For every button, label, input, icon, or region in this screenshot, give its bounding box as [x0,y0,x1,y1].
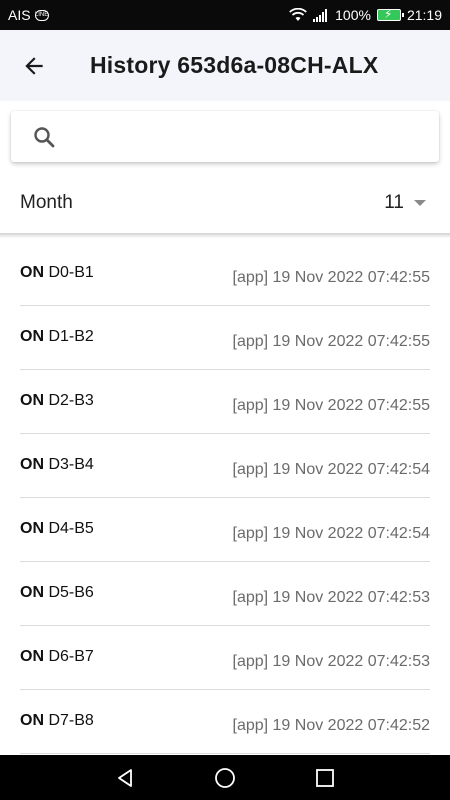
item-timestamp: [app] 19 Nov 2022 07:42:54 [232,461,431,478]
item-channel: D6-B7 [48,648,94,665]
list-item[interactable]: ON D5-B6 [app] 19 Nov 2022 07:42:53 [20,562,430,626]
item-timestamp: [app] 19 Nov 2022 07:42:55 [232,397,431,414]
item-title: ON D3-B4 [20,456,94,474]
item-timestamp: [app] 19 Nov 2022 07:42:53 [232,589,431,606]
back-button[interactable] [16,48,52,84]
list-item[interactable]: ON D1-B2 [app] 19 Nov 2022 07:42:55 [20,306,430,370]
arrow-left-icon [25,57,43,75]
search-bar[interactable] [11,111,439,162]
month-selected-value: 11 [384,192,404,213]
search-input[interactable] [71,119,421,155]
status-right: 100% ⚡ 21:19 [289,7,442,23]
item-channel: D0-B1 [48,264,94,281]
status-left: AIS LINE [8,7,49,23]
triangle-back-icon[interactable] [113,766,137,790]
item-title: ON D6-B7 [20,648,94,666]
item-title: ON D1-B2 [20,328,94,346]
battery-icon: ⚡ [376,7,404,21]
item-title: ON D7-B8 [20,712,94,730]
item-channel: D1-B2 [48,328,94,345]
item-channel: D5-B6 [48,584,94,601]
item-timestamp: [app] 19 Nov 2022 07:42:55 [232,333,431,350]
circle-home-icon[interactable] [213,766,237,790]
search-icon [34,127,55,148]
list-item[interactable]: ON D2-B3 [app] 19 Nov 2022 07:42:55 [20,370,430,434]
list-item[interactable]: ON D3-B4 [app] 19 Nov 2022 07:42:54 [20,434,430,498]
item-channel: D2-B3 [48,392,94,409]
item-timestamp: [app] 19 Nov 2022 07:42:54 [232,525,431,542]
item-state: ON [20,648,44,665]
list-item[interactable]: ON D6-B7 [app] 19 Nov 2022 07:42:53 [20,626,430,690]
item-title: ON D2-B3 [20,392,94,410]
app-bar: History 653d6a-08CH-ALX [0,30,450,101]
list-item[interactable]: ON D4-B5 [app] 19 Nov 2022 07:42:54 [20,498,430,562]
item-timestamp: [app] 19 Nov 2022 07:42:55 [232,269,431,286]
item-channel: D7-B8 [48,712,94,729]
square-recents-icon[interactable] [313,766,337,790]
carrier-label: AIS [8,7,31,23]
item-timestamp: [app] 19 Nov 2022 07:42:52 [232,717,431,734]
item-title: ON D4-B5 [20,520,94,538]
filter-divider-shadow [0,233,450,238]
month-filter-row: Month 11 [0,172,450,234]
item-state: ON [20,584,44,601]
item-channel: D3-B4 [48,456,94,473]
caret-down-icon [414,200,426,206]
item-title: ON D5-B6 [20,584,94,602]
status-bar: AIS LINE 100% ⚡ 21:19 [0,0,450,30]
month-label: Month [20,192,73,213]
item-state: ON [20,520,44,537]
item-state: ON [20,712,44,729]
navigation-bar [0,755,450,800]
wifi-icon [289,8,307,21]
line-message-icon: LINE [34,9,49,21]
battery-percent: 100% [335,7,371,23]
signal-icon [313,8,328,22]
item-state: ON [20,392,44,409]
list-item[interactable]: ON D7-B8 [app] 19 Nov 2022 07:42:52 [20,690,430,754]
month-dropdown[interactable]: 11 [384,190,426,216]
item-state: ON [20,328,44,345]
clock: 21:19 [406,7,442,23]
history-list[interactable]: ON D0-B1 [app] 19 Nov 2022 07:42:55 ON D… [0,242,450,755]
list-item[interactable]: ON D0-B1 [app] 19 Nov 2022 07:42:55 [20,242,430,306]
page-title: History 653d6a-08CH-ALX [90,52,379,78]
item-timestamp: [app] 19 Nov 2022 07:42:53 [232,653,431,670]
item-state: ON [20,456,44,473]
item-title: ON D0-B1 [20,264,94,282]
item-channel: D4-B5 [48,520,94,537]
item-state: ON [20,264,44,281]
